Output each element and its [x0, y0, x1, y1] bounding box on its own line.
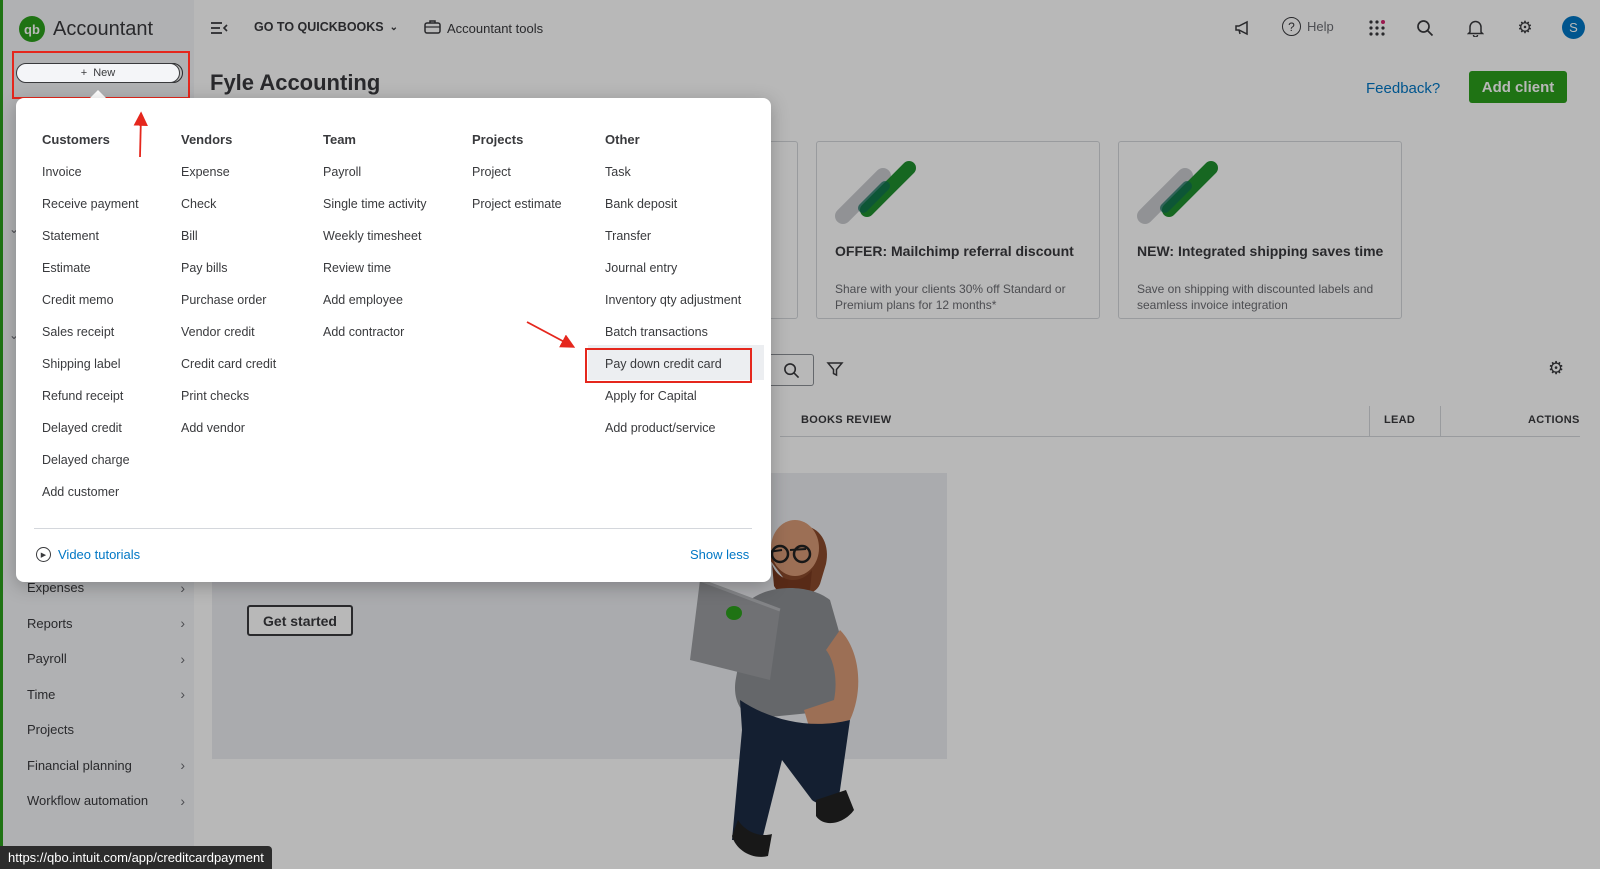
menu-item-transfer[interactable]: Transfer — [605, 228, 741, 260]
browser-status-url: https://qbo.intuit.com/app/creditcardpay… — [0, 846, 272, 869]
menu-item-project-estimate[interactable]: Project estimate — [472, 196, 562, 228]
menu-item-add-employee[interactable]: Add employee — [323, 292, 427, 324]
menu-item-pay-bills[interactable]: Pay bills — [181, 260, 276, 292]
menu-divider — [34, 528, 752, 529]
menu-item-sales-receipt[interactable]: Sales receipt — [42, 324, 139, 356]
menu-item-single-time-activity[interactable]: Single time activity — [323, 196, 427, 228]
menu-item-vendor-credit[interactable]: Vendor credit — [181, 324, 276, 356]
menu-item-delayed-charge[interactable]: Delayed charge — [42, 452, 139, 484]
menu-item-invoice[interactable]: Invoice — [42, 164, 139, 196]
annotation-highlight-box — [585, 348, 752, 383]
menu-item-review-time[interactable]: Review time — [323, 260, 427, 292]
menu-item-credit-card-credit[interactable]: Credit card credit — [181, 356, 276, 388]
play-circle-icon: ▶ — [36, 547, 51, 562]
menu-item-shipping-label[interactable]: Shipping label — [42, 356, 139, 388]
menu-heading: Customers — [42, 132, 110, 147]
menu-column-customers: Customers Invoice Receive payment Statem… — [42, 132, 139, 516]
menu-item-statement[interactable]: Statement — [42, 228, 139, 260]
menu-item-apply-for-capital[interactable]: Apply for Capital — [605, 388, 741, 420]
menu-item-bank-deposit[interactable]: Bank deposit — [605, 196, 741, 228]
menu-item-purchase-order[interactable]: Purchase order — [181, 292, 276, 324]
menu-item-check[interactable]: Check — [181, 196, 276, 228]
menu-heading: Projects — [472, 132, 524, 147]
menu-item-receive-payment[interactable]: Receive payment — [42, 196, 139, 228]
menu-heading: Team — [323, 132, 356, 147]
menu-column-other: Other Task Bank deposit Transfer Journal… — [605, 132, 741, 452]
menu-item-refund-receipt[interactable]: Refund receipt — [42, 388, 139, 420]
show-less-link[interactable]: Show less — [690, 547, 749, 562]
menu-item-task[interactable]: Task — [605, 164, 741, 196]
menu-caret — [90, 90, 106, 98]
menu-item-add-vendor[interactable]: Add vendor — [181, 420, 276, 452]
menu-item-add-contractor[interactable]: Add contractor — [323, 324, 427, 356]
menu-column-projects: Projects Project Project estimate — [472, 132, 562, 228]
menu-item-delayed-credit[interactable]: Delayed credit — [42, 420, 139, 452]
menu-item-weekly-timesheet[interactable]: Weekly timesheet — [323, 228, 427, 260]
menu-item-credit-memo[interactable]: Credit memo — [42, 292, 139, 324]
menu-item-expense[interactable]: Expense — [181, 164, 276, 196]
video-tutorials-link[interactable]: ▶ Video tutorials — [36, 547, 140, 562]
menu-heading: Vendors — [181, 132, 233, 147]
menu-item-estimate[interactable]: Estimate — [42, 260, 139, 292]
new-menu-dropdown: Customers Invoice Receive payment Statem… — [16, 98, 771, 582]
menu-item-add-customer[interactable]: Add customer — [42, 484, 139, 516]
menu-item-add-product-service[interactable]: Add product/service — [605, 420, 741, 452]
menu-item-inventory-qty-adjustment[interactable]: Inventory qty adjustment — [605, 292, 741, 324]
menu-item-bill[interactable]: Bill — [181, 228, 276, 260]
menu-column-team: Team Payroll Single time activity Weekly… — [323, 132, 427, 356]
menu-item-journal-entry[interactable]: Journal entry — [605, 260, 741, 292]
menu-column-vendors: Vendors Expense Check Bill Pay bills Pur… — [181, 132, 276, 452]
menu-item-payroll[interactable]: Payroll — [323, 164, 427, 196]
menu-heading: Other — [605, 132, 640, 147]
menu-item-project[interactable]: Project — [472, 164, 562, 196]
menu-item-print-checks[interactable]: Print checks — [181, 388, 276, 420]
